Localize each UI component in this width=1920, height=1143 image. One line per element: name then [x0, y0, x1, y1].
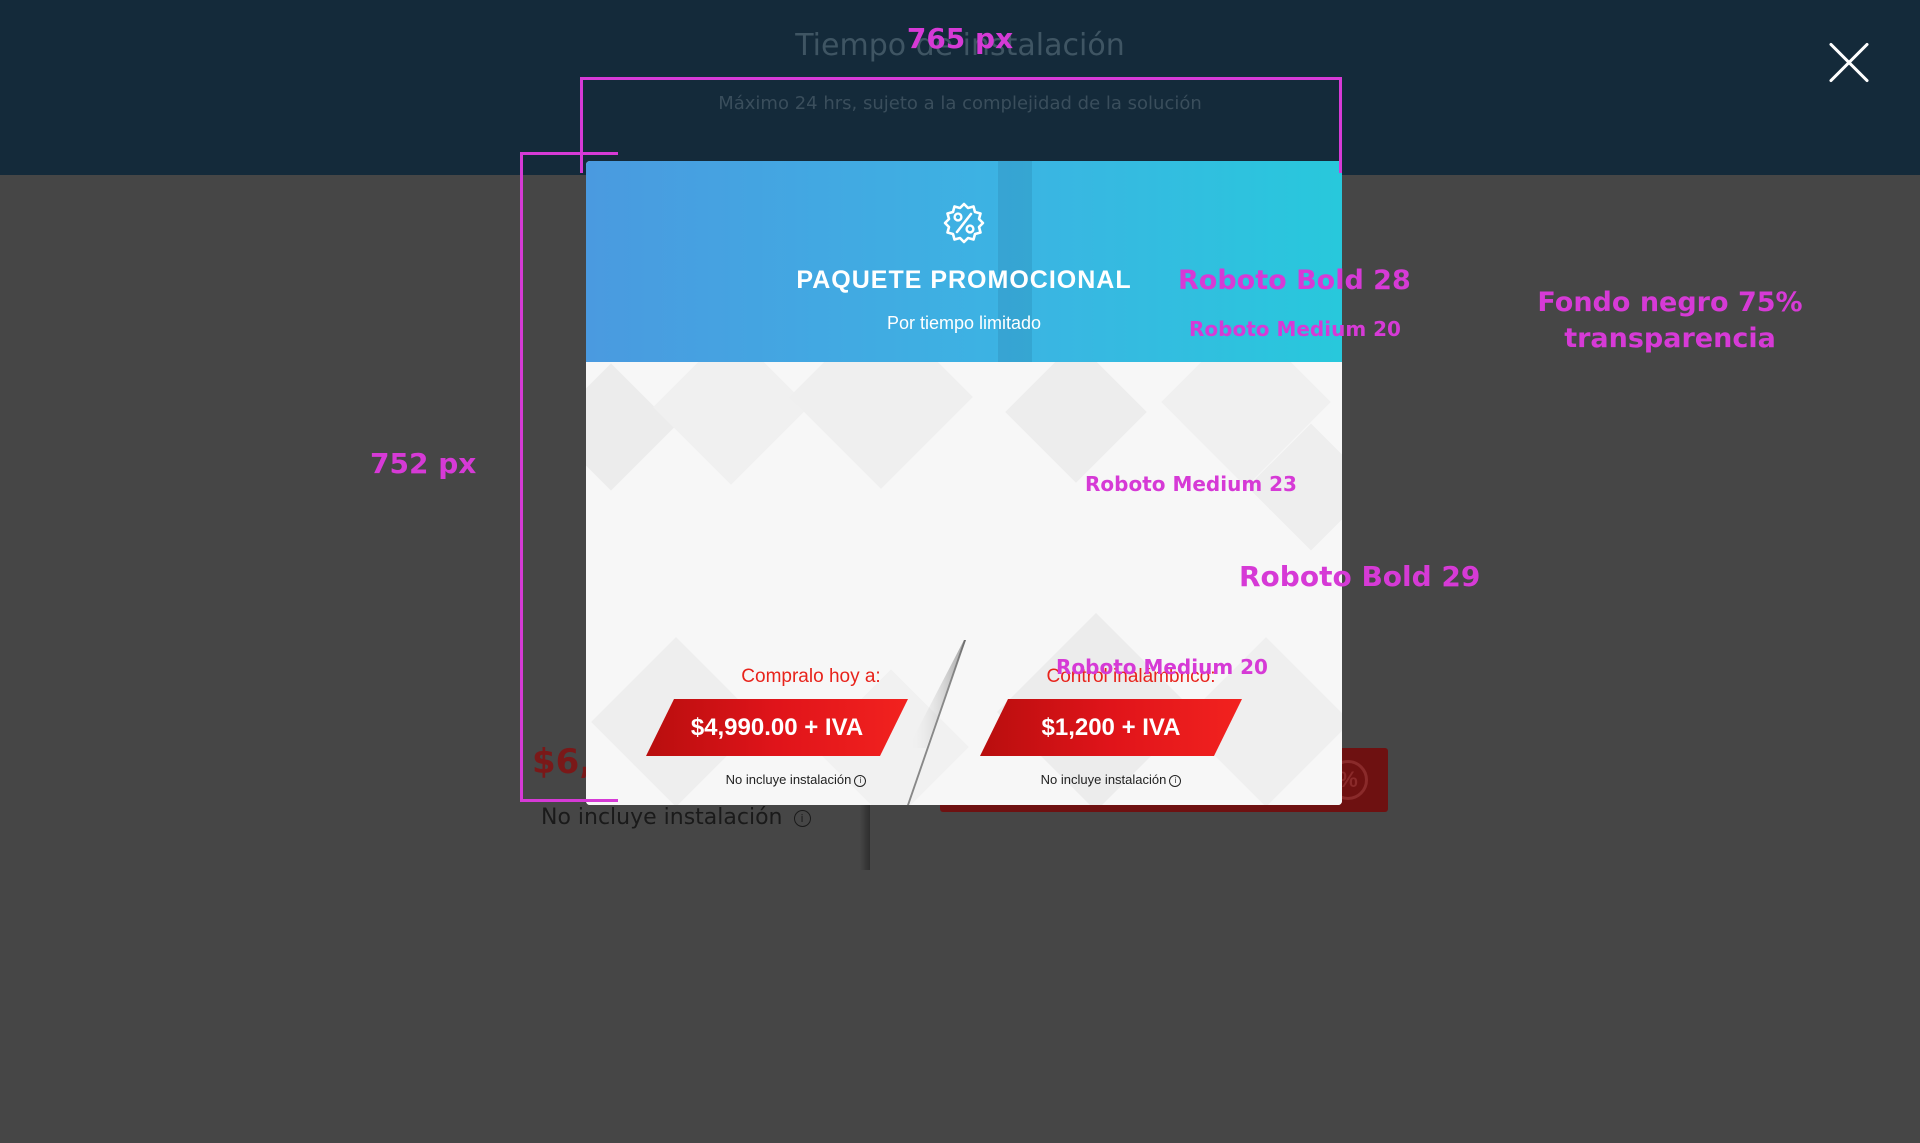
overlay-annotation-line2: transparencia: [1564, 323, 1776, 354]
background-note: No incluye instalación i: [541, 805, 811, 830]
left-price-button[interactable]: $4,990.00 + IVA: [646, 699, 908, 756]
left-note-text: No incluye instalación: [725, 772, 852, 787]
info-icon: i: [1169, 774, 1182, 787]
width-annotation: 765 px: [906, 22, 1014, 55]
background-subtitle: Máximo 24 hrs, sujeto a la complejidad d…: [718, 93, 1202, 114]
background-note-text: No incluye instalación: [541, 805, 783, 830]
diagonal-divider: [907, 640, 966, 805]
info-icon: i: [793, 809, 811, 827]
decorative-diamond: [789, 362, 973, 489]
height-bracket-top: [520, 152, 618, 155]
subtitle-font-annotation: Roboto Medium 20: [1189, 317, 1401, 341]
info-icon: i: [854, 774, 867, 787]
overlay-annotation-line1: Fondo negro 75%: [1537, 287, 1803, 318]
left-installation-note: No incluye instalación i: [651, 772, 941, 787]
overlay-annotation: Fondo negro 75% transparencia: [1510, 285, 1830, 357]
height-bracket-left: [520, 152, 523, 802]
decorative-diamond: [1005, 362, 1147, 483]
label-font-annotation: Roboto Medium 23: [1085, 472, 1297, 496]
right-note-text: No incluye instalación: [1040, 772, 1167, 787]
price-font-annotation: Roboto Bold 29: [1239, 560, 1481, 593]
height-bracket-bottom: [520, 799, 618, 802]
title-font-annotation: Roboto Bold 28: [1178, 265, 1411, 296]
right-installation-note: No incluye instalación i: [966, 772, 1256, 787]
width-bracket-top: [580, 77, 1342, 80]
close-icon[interactable]: [1828, 42, 1870, 84]
note-font-annotation: Roboto Medium 20: [1056, 655, 1268, 679]
decorative-diamond: [586, 363, 675, 491]
height-annotation: 752 px: [370, 447, 477, 480]
modal-body: Compralo hoy a: $4,990.00 + IVA No inclu…: [586, 362, 1342, 805]
width-bracket-left: [580, 77, 583, 173]
percent-badge-icon: [943, 202, 985, 244]
width-bracket-right: [1339, 77, 1342, 173]
background-price: $6,: [532, 742, 593, 782]
right-price-button[interactable]: $1,200 + IVA: [980, 699, 1242, 756]
decorative-diamond: [653, 362, 809, 485]
